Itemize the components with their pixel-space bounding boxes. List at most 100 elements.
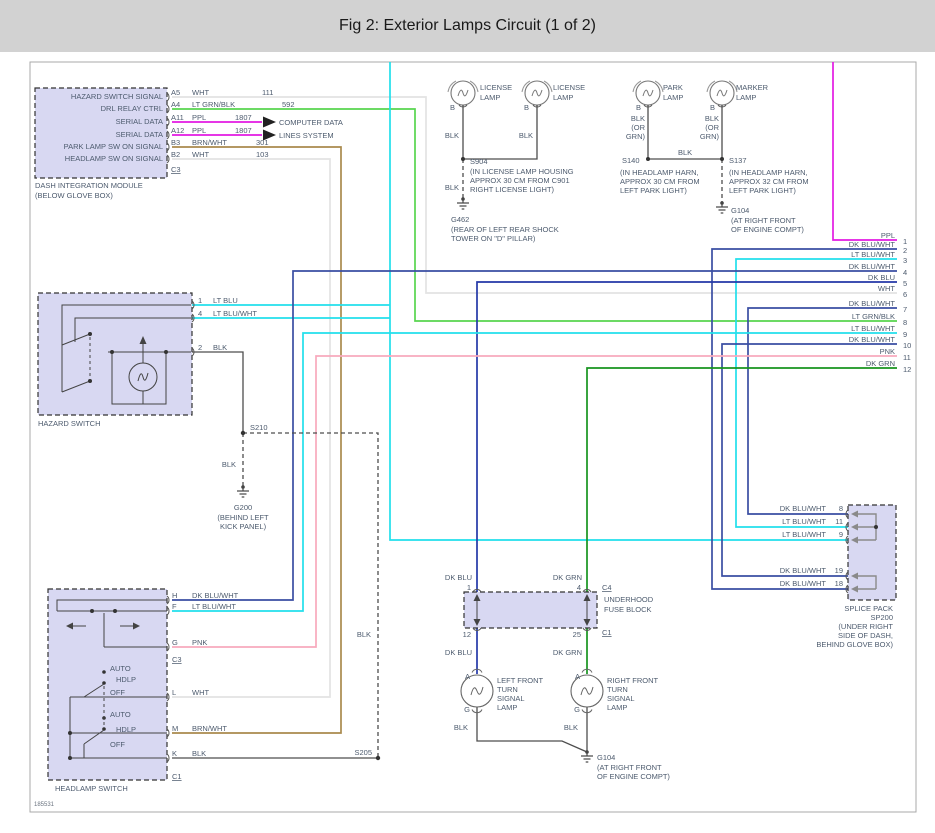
fuse-wire-bl: DK BLU (445, 648, 472, 657)
license-2-pin: B (524, 103, 529, 112)
left-lamp-name-2: TURN (497, 685, 518, 694)
sp200-pin-18: 18 (835, 579, 843, 588)
splice-s137-dot (720, 157, 724, 161)
hazard-switch-label: HAZARD SWITCH (38, 419, 101, 428)
right-lamp-name-3: SIGNAL (607, 694, 635, 703)
dim-pin-4: B3 (171, 138, 180, 147)
sp200-color-8: DK BLU/WHT (780, 504, 827, 513)
hazard-switch: 1 LT BLU 4 LT BLU/WHT 2 BLK HAZARD SWITC… (37, 292, 269, 531)
dim-signal-0: HAZARD SWITCH SIGNAL (71, 92, 163, 101)
dim-color-0: WHT (192, 88, 209, 97)
sp200-color-9: LT BLU/WHT (782, 530, 826, 539)
g200-desc-1: (BEHIND LEFT (217, 513, 269, 522)
dim-circuit-2: 1807 (235, 113, 252, 122)
edge-num-1: 1 (903, 237, 907, 246)
edge-label-4: DK BLU/WHT (849, 262, 896, 271)
headlamp-color-h: DK BLU/WHT (192, 591, 239, 600)
park-lamp-name2: LAMP (663, 93, 683, 102)
marker-lamp-name: MARKER (736, 83, 769, 92)
dim-signal-3: SERIAL DATA (116, 130, 163, 139)
splice-s904-dot (461, 157, 465, 161)
headlamp-color-m: BRN/WHT (192, 724, 227, 733)
edge-num-10: 10 (903, 341, 911, 350)
sp200-label-4: SIDE OF DASH, (838, 631, 893, 640)
edge-label-10: DK BLU/WHT (849, 335, 896, 344)
dim-circuit-0: 111 (262, 88, 273, 97)
park-wire-1: BLK (631, 114, 645, 123)
right-lamp-pin-a: A (575, 672, 580, 681)
park-lamp-name: PARK (663, 83, 683, 92)
dim-bus-note-2: LINES SYSTEM (279, 131, 334, 140)
ground-icon (715, 200, 729, 214)
s137-desc-3: LEFT PARK LIGHT) (729, 186, 796, 195)
dim-pin-1: A4 (171, 100, 180, 109)
edge-num-8: 8 (903, 318, 907, 327)
left-lamp-wire: BLK (454, 723, 468, 732)
edge-num-6: 6 (903, 290, 907, 299)
edge-wire-list: PPL 1 DK BLU/WHT 2 LT BLU/WHT 3 DK BLU/W… (849, 231, 912, 374)
sp200-pin-19: 19 (835, 566, 843, 575)
pos-off-2: OFF (110, 740, 125, 749)
license-1-wire: BLK (445, 131, 459, 140)
pos-auto-1: AUTO (110, 664, 131, 673)
sp200-label-5: BEHIND GLOVE BOX) (816, 640, 893, 649)
edge-num-4: 4 (903, 268, 907, 277)
dim-connector: C3 (171, 165, 181, 174)
splice-s205-dot (375, 755, 381, 761)
fuse-pin-12: 12 (463, 630, 471, 639)
dim-signal-4: PARK LAMP SW ON SIGNAL (64, 142, 163, 151)
headlamp-pin-k: K (172, 749, 177, 758)
headlamp-switch-label: HEADLAMP SWITCH (55, 784, 128, 793)
splice-s904: S904 (470, 157, 488, 166)
fuse-pin-4: 4 (577, 583, 581, 592)
s140-desc-1: (IN HEADLAMP HARN, (620, 168, 699, 177)
edge-label-8: LT GRN/BLK (852, 312, 895, 321)
dim-label: DASH INTEGRATION MODULE (35, 181, 143, 190)
ground-g200: G200 (234, 503, 252, 512)
marker-lamp-name2: LAMP (736, 93, 756, 102)
sp200-label-1: SPLICE PACK (844, 604, 893, 613)
headlamp-pin-m: M (172, 724, 178, 733)
edge-label-7: DK BLU/WHT (849, 299, 896, 308)
g200-desc-2: KICK PANEL) (220, 522, 267, 531)
edge-label-6: WHT (878, 284, 895, 293)
headlamp-color-f: LT BLU/WHT (192, 602, 236, 611)
g462-desc-2: TOWER ON "D" PILLAR) (451, 234, 536, 243)
headlamp-color-k: BLK (192, 749, 206, 758)
s137-desc-1: (IN HEADLAMP HARN, (729, 168, 808, 177)
front-turn-lamps: A G BLK LEFT FRONT TURN SIGNAL LAMP A G … (454, 668, 670, 781)
splice-s140: S140 (622, 156, 640, 165)
dim-circuit-4: 301 (256, 138, 269, 147)
right-lamp-wire: BLK (564, 723, 578, 732)
license-lamp-1-name: LICENSE (480, 83, 512, 92)
marker-wire-3: GRN) (700, 132, 720, 141)
fuse-pin-25: 25 (573, 630, 581, 639)
splice-s210: S210 (250, 423, 268, 432)
dim-color-2: PPL (192, 113, 206, 122)
pos-hdlp-1: HDLP (116, 675, 136, 684)
s205-label: S205 (354, 748, 372, 757)
wires (172, 62, 897, 734)
link-wire: BLK (678, 148, 692, 157)
headlamp-color-l: WHT (192, 688, 209, 697)
data-bus-arrow-icon (263, 116, 276, 128)
headlamp-connector-c1: C1 (172, 772, 182, 781)
pos-auto-2: AUTO (110, 710, 131, 719)
sp200-color-19: DK BLU/WHT (780, 566, 827, 575)
s904-gnd-wire: BLK (445, 183, 459, 192)
s210-gnd-wire: BLK (222, 460, 236, 469)
right-lamp-name-2: TURN (607, 685, 628, 694)
hazard-color-2: BLK (213, 343, 227, 352)
headlamp-pin-h: H (172, 591, 177, 600)
dim-signal-5: HEADLAMP SW ON SIGNAL (65, 154, 163, 163)
headlamp-pin-f: F (172, 602, 177, 611)
right-lamp-pin-g: G (574, 705, 580, 714)
park-marker-lamps: PARK LAMP MARKER LAMP B B BLK (OR GRN) B… (620, 80, 809, 234)
sp200-pin-8: 8 (839, 504, 843, 513)
dim-color-4: BRN/WHT (192, 138, 227, 147)
license-2-wire: BLK (519, 131, 533, 140)
dim-pin-0: A5 (171, 88, 180, 97)
hazard-pin-4: 4 (198, 309, 202, 318)
fuse-block-box (463, 591, 598, 629)
park-wire-3: GRN) (626, 132, 646, 141)
